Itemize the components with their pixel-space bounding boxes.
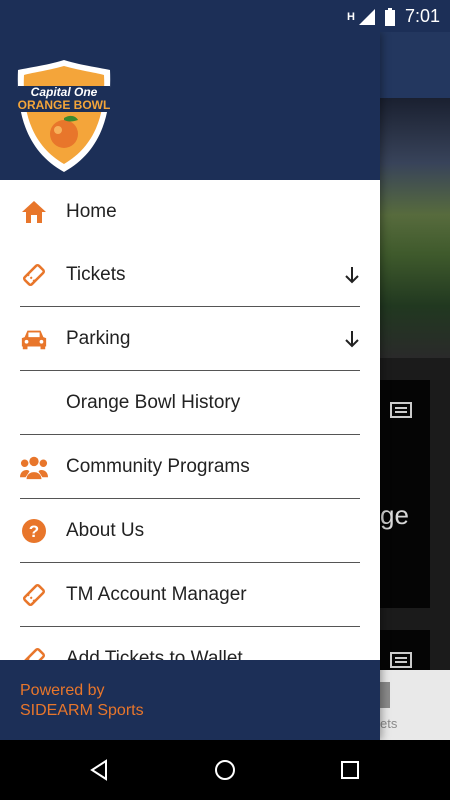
drawer-menu: Home Tickets Parking Orange Bowl History… (0, 180, 380, 660)
menu-item-add-tickets-to-wallet[interactable]: Add Tickets to Wallet (20, 627, 360, 660)
clock: 7:01 (404, 6, 440, 26)
menu-item-about-us[interactable]: ? About Us (20, 499, 360, 563)
chevron-down-icon[interactable] (344, 329, 360, 349)
background-stadium-photo (380, 98, 450, 358)
recents-icon[interactable] (338, 758, 362, 782)
chevron-down-icon[interactable] (344, 265, 360, 285)
ticket-icon (20, 261, 48, 289)
ticket-icon (20, 581, 48, 609)
menu-item-label: Add Tickets to Wallet (66, 647, 243, 661)
battery-icon (384, 7, 395, 26)
home-icon (20, 198, 48, 226)
status-bar: H 7:01 (0, 0, 450, 32)
network-type: H (347, 10, 355, 23)
status-icons: H 7:01 (347, 6, 440, 27)
question-icon: ? (20, 517, 48, 545)
svg-text:ORANGE BOWL: ORANGE BOWL (18, 98, 111, 112)
background-header (380, 32, 450, 98)
news-icon (390, 402, 412, 418)
drawer-footer: Powered by SIDEARM Sports (0, 660, 380, 740)
car-icon (20, 325, 48, 353)
back-icon[interactable] (88, 758, 112, 782)
signal-icon (358, 8, 375, 25)
menu-item-community-programs[interactable]: Community Programs (20, 435, 360, 499)
drawer-header: Capital One ORANGE BOWL (0, 32, 380, 180)
menu-item-label: Home (66, 200, 117, 222)
menu-item-label: Parking (66, 327, 131, 349)
menu-item-label: About Us (66, 519, 145, 541)
background-card-title: ge (380, 500, 409, 530)
background-tab-icon (380, 682, 390, 708)
ticket-icon (20, 645, 48, 660)
menu-item-label: Community Programs (66, 455, 250, 477)
news-icon (390, 652, 412, 668)
menu-item-home[interactable]: Home (20, 180, 360, 243)
orange-bowl-logo[interactable]: Capital One ORANGE BOWL (14, 56, 114, 176)
system-navigation-bar (0, 740, 450, 800)
menu-item-label: Orange Bowl History (66, 391, 241, 413)
navigation-drawer: Capital One ORANGE BOWL Home Tickets Par (0, 32, 380, 740)
svg-text:Capital One: Capital One (31, 85, 98, 99)
home-button-icon[interactable] (213, 758, 237, 782)
powered-by-text: Powered by (20, 682, 105, 699)
menu-item-label: TM Account Manager (66, 583, 247, 605)
menu-item-tm-account-manager[interactable]: TM Account Manager (20, 563, 360, 627)
people-icon (20, 453, 48, 481)
menu-item-label: Tickets (66, 263, 126, 285)
sidearm-sports-link[interactable]: SIDEARM Sports (20, 702, 144, 720)
menu-item-orange-bowl-history[interactable]: Orange Bowl History (20, 371, 360, 435)
menu-item-tickets[interactable]: Tickets (20, 243, 360, 307)
menu-item-parking[interactable]: Parking (20, 307, 360, 371)
svg-text:?: ? (29, 522, 39, 541)
background-tab-label[interactable]: ets (380, 716, 397, 731)
